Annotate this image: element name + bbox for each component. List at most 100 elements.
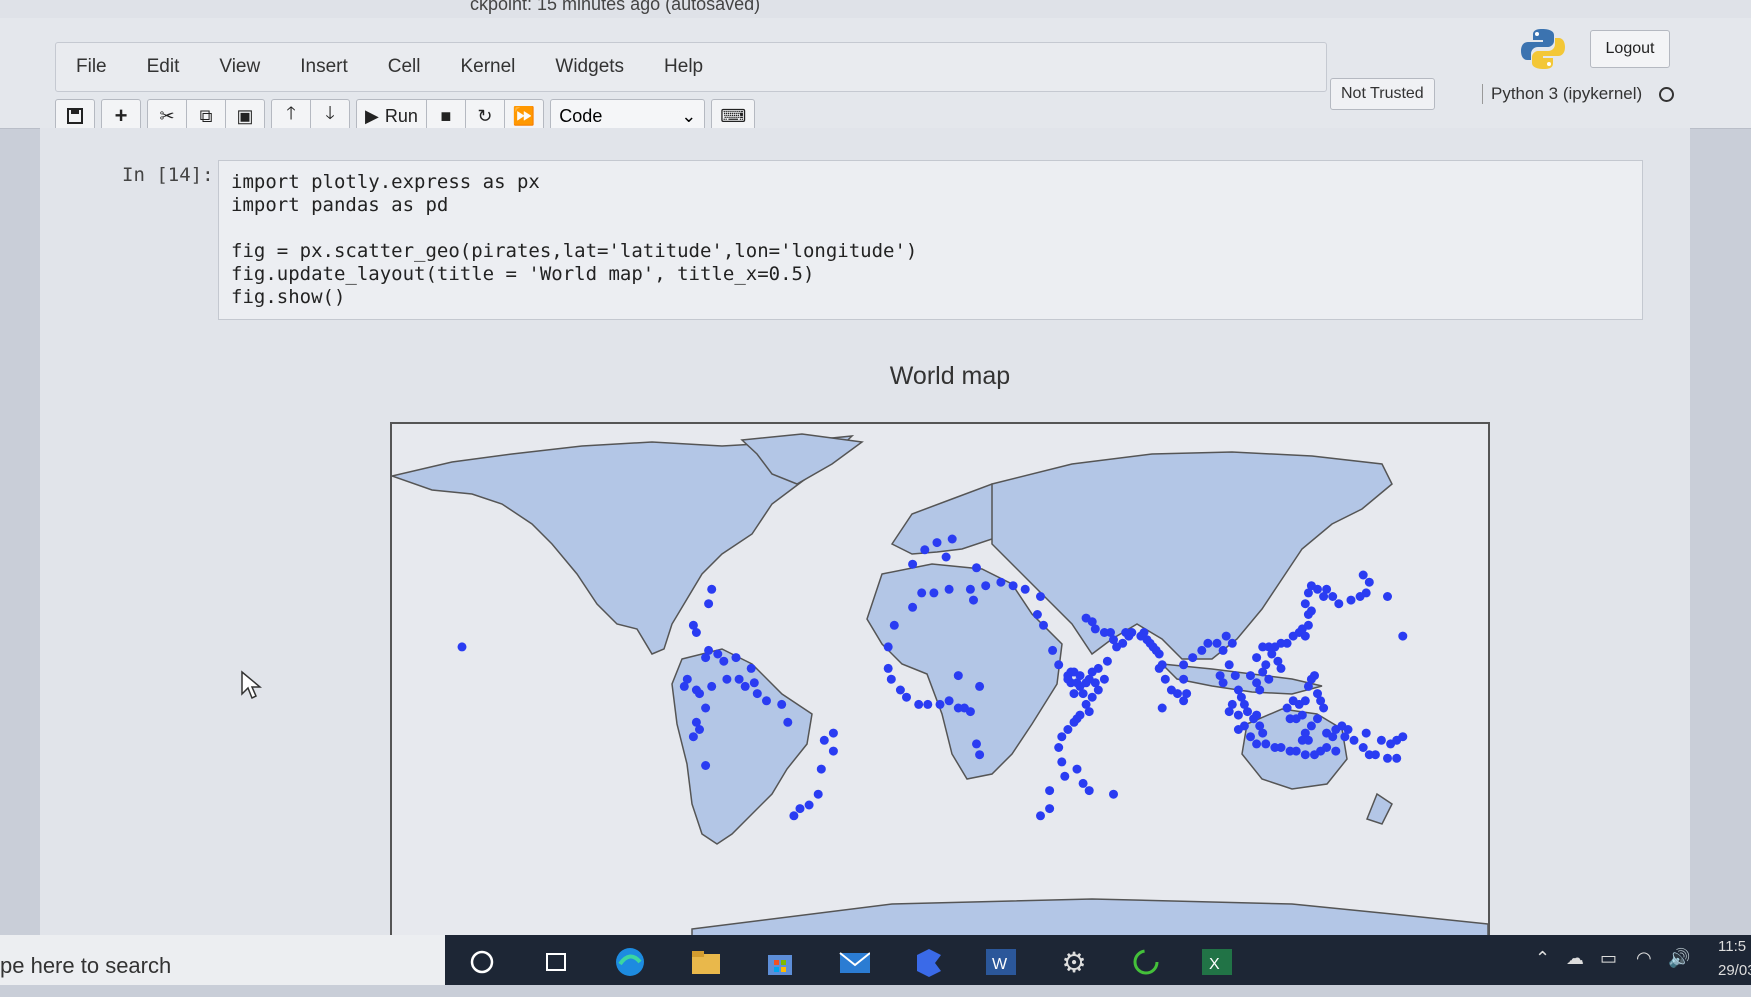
data-point[interactable] [1182,689,1192,699]
data-point[interactable] [1121,628,1131,637]
data-point[interactable] [1300,631,1310,641]
file-explorer-icon[interactable] [690,946,722,978]
data-point[interactable] [1300,750,1310,760]
data-point[interactable] [813,789,823,799]
data-point[interactable] [1282,638,1292,648]
data-point[interactable] [1084,786,1094,796]
data-point[interactable] [1255,685,1265,695]
data-point[interactable] [1252,739,1262,749]
data-point[interactable] [1203,638,1213,648]
data-point[interactable] [1157,703,1167,713]
cortana-icon[interactable] [466,946,498,978]
data-point[interactable] [707,584,717,594]
onedrive-cloud-icon[interactable]: ☁ [1566,948,1584,969]
data-point[interactable] [1261,660,1271,670]
data-point[interactable] [1300,696,1310,706]
data-point[interactable] [1233,725,1243,734]
volume-icon[interactable]: 🔊 [1668,948,1690,969]
data-point[interactable] [1331,746,1341,756]
data-point[interactable] [1252,710,1262,720]
data-point[interactable] [1358,570,1368,580]
data-point[interactable] [902,692,911,702]
data-point[interactable] [1057,732,1067,742]
data-point[interactable] [695,689,704,699]
data-point[interactable] [1349,735,1359,745]
data-point[interactable] [762,696,771,706]
data-point[interactable] [932,538,942,548]
data-point[interactable] [688,732,698,742]
data-point[interactable] [972,563,981,573]
data-point[interactable] [1078,778,1088,788]
data-point[interactable] [972,739,981,749]
data-point[interactable] [1328,592,1338,601]
data-point[interactable] [691,717,701,727]
data-point[interactable] [1039,620,1048,630]
data-point[interactable] [1221,631,1231,641]
menu-cell[interactable]: Cell [368,56,441,78]
menu-kernel[interactable]: Kernel [440,56,535,78]
data-point[interactable] [1322,743,1332,752]
data-point[interactable] [1310,671,1319,681]
data-point[interactable] [908,559,918,569]
data-point[interactable] [1032,610,1042,619]
excel-icon[interactable]: X [1200,946,1232,978]
trust-indicator[interactable]: Not Trusted [1330,78,1435,110]
menu-help[interactable]: Help [644,56,723,78]
data-point[interactable] [1303,620,1313,630]
data-point[interactable] [1093,685,1103,695]
data-point[interactable] [1306,606,1316,616]
data-point[interactable] [713,649,723,659]
data-point[interactable] [1218,645,1228,655]
word-icon[interactable]: W [984,946,1016,978]
data-point[interactable] [883,663,893,673]
data-point[interactable] [975,681,985,691]
data-point[interactable] [1364,577,1374,587]
data-point[interactable] [944,584,954,594]
data-point[interactable] [1188,653,1198,663]
data-point[interactable] [1376,735,1386,745]
data-point[interactable] [1264,674,1274,684]
data-point[interactable] [1243,707,1252,717]
data-point[interactable] [965,707,975,717]
data-point[interactable] [828,728,838,738]
data-point[interactable] [704,645,714,655]
data-point[interactable] [777,699,787,709]
data-point[interactable] [1383,592,1392,601]
data-point[interactable] [795,804,805,814]
data-point[interactable] [1075,671,1085,681]
data-point[interactable] [1300,599,1310,609]
data-point[interactable] [701,761,711,770]
data-point[interactable] [1084,707,1094,717]
data-point[interactable] [908,602,918,612]
data-point[interactable] [1109,789,1118,799]
menu-view[interactable]: View [199,56,280,78]
data-point[interactable] [789,811,799,821]
menu-insert[interactable]: Insert [280,56,368,78]
data-point[interactable] [1069,689,1079,699]
data-point[interactable] [886,674,896,684]
data-point[interactable] [1233,710,1243,720]
data-point[interactable] [828,746,838,756]
data-point[interactable] [1063,674,1073,684]
data-point[interactable] [704,599,714,609]
logout-button[interactable]: Logout [1590,30,1670,68]
data-point[interactable] [1224,707,1234,717]
data-point[interactable] [707,681,717,691]
data-point[interactable] [1020,584,1030,594]
data-point[interactable] [752,689,762,699]
data-point[interactable] [819,735,829,745]
data-point[interactable] [1398,732,1408,742]
edge-browser-icon[interactable] [614,946,646,978]
data-point[interactable] [1313,714,1322,724]
data-point[interactable] [1319,703,1329,713]
data-point[interactable] [1252,653,1262,663]
menu-edit[interactable]: Edit [127,56,200,78]
data-point[interactable] [740,681,750,691]
data-point[interactable] [1078,689,1088,699]
data-point[interactable] [1276,743,1286,752]
data-point[interactable] [1036,592,1045,601]
menu-file[interactable]: File [56,56,127,78]
data-point[interactable] [1306,721,1316,731]
data-point[interactable] [1246,732,1255,742]
data-point[interactable] [1081,613,1091,623]
